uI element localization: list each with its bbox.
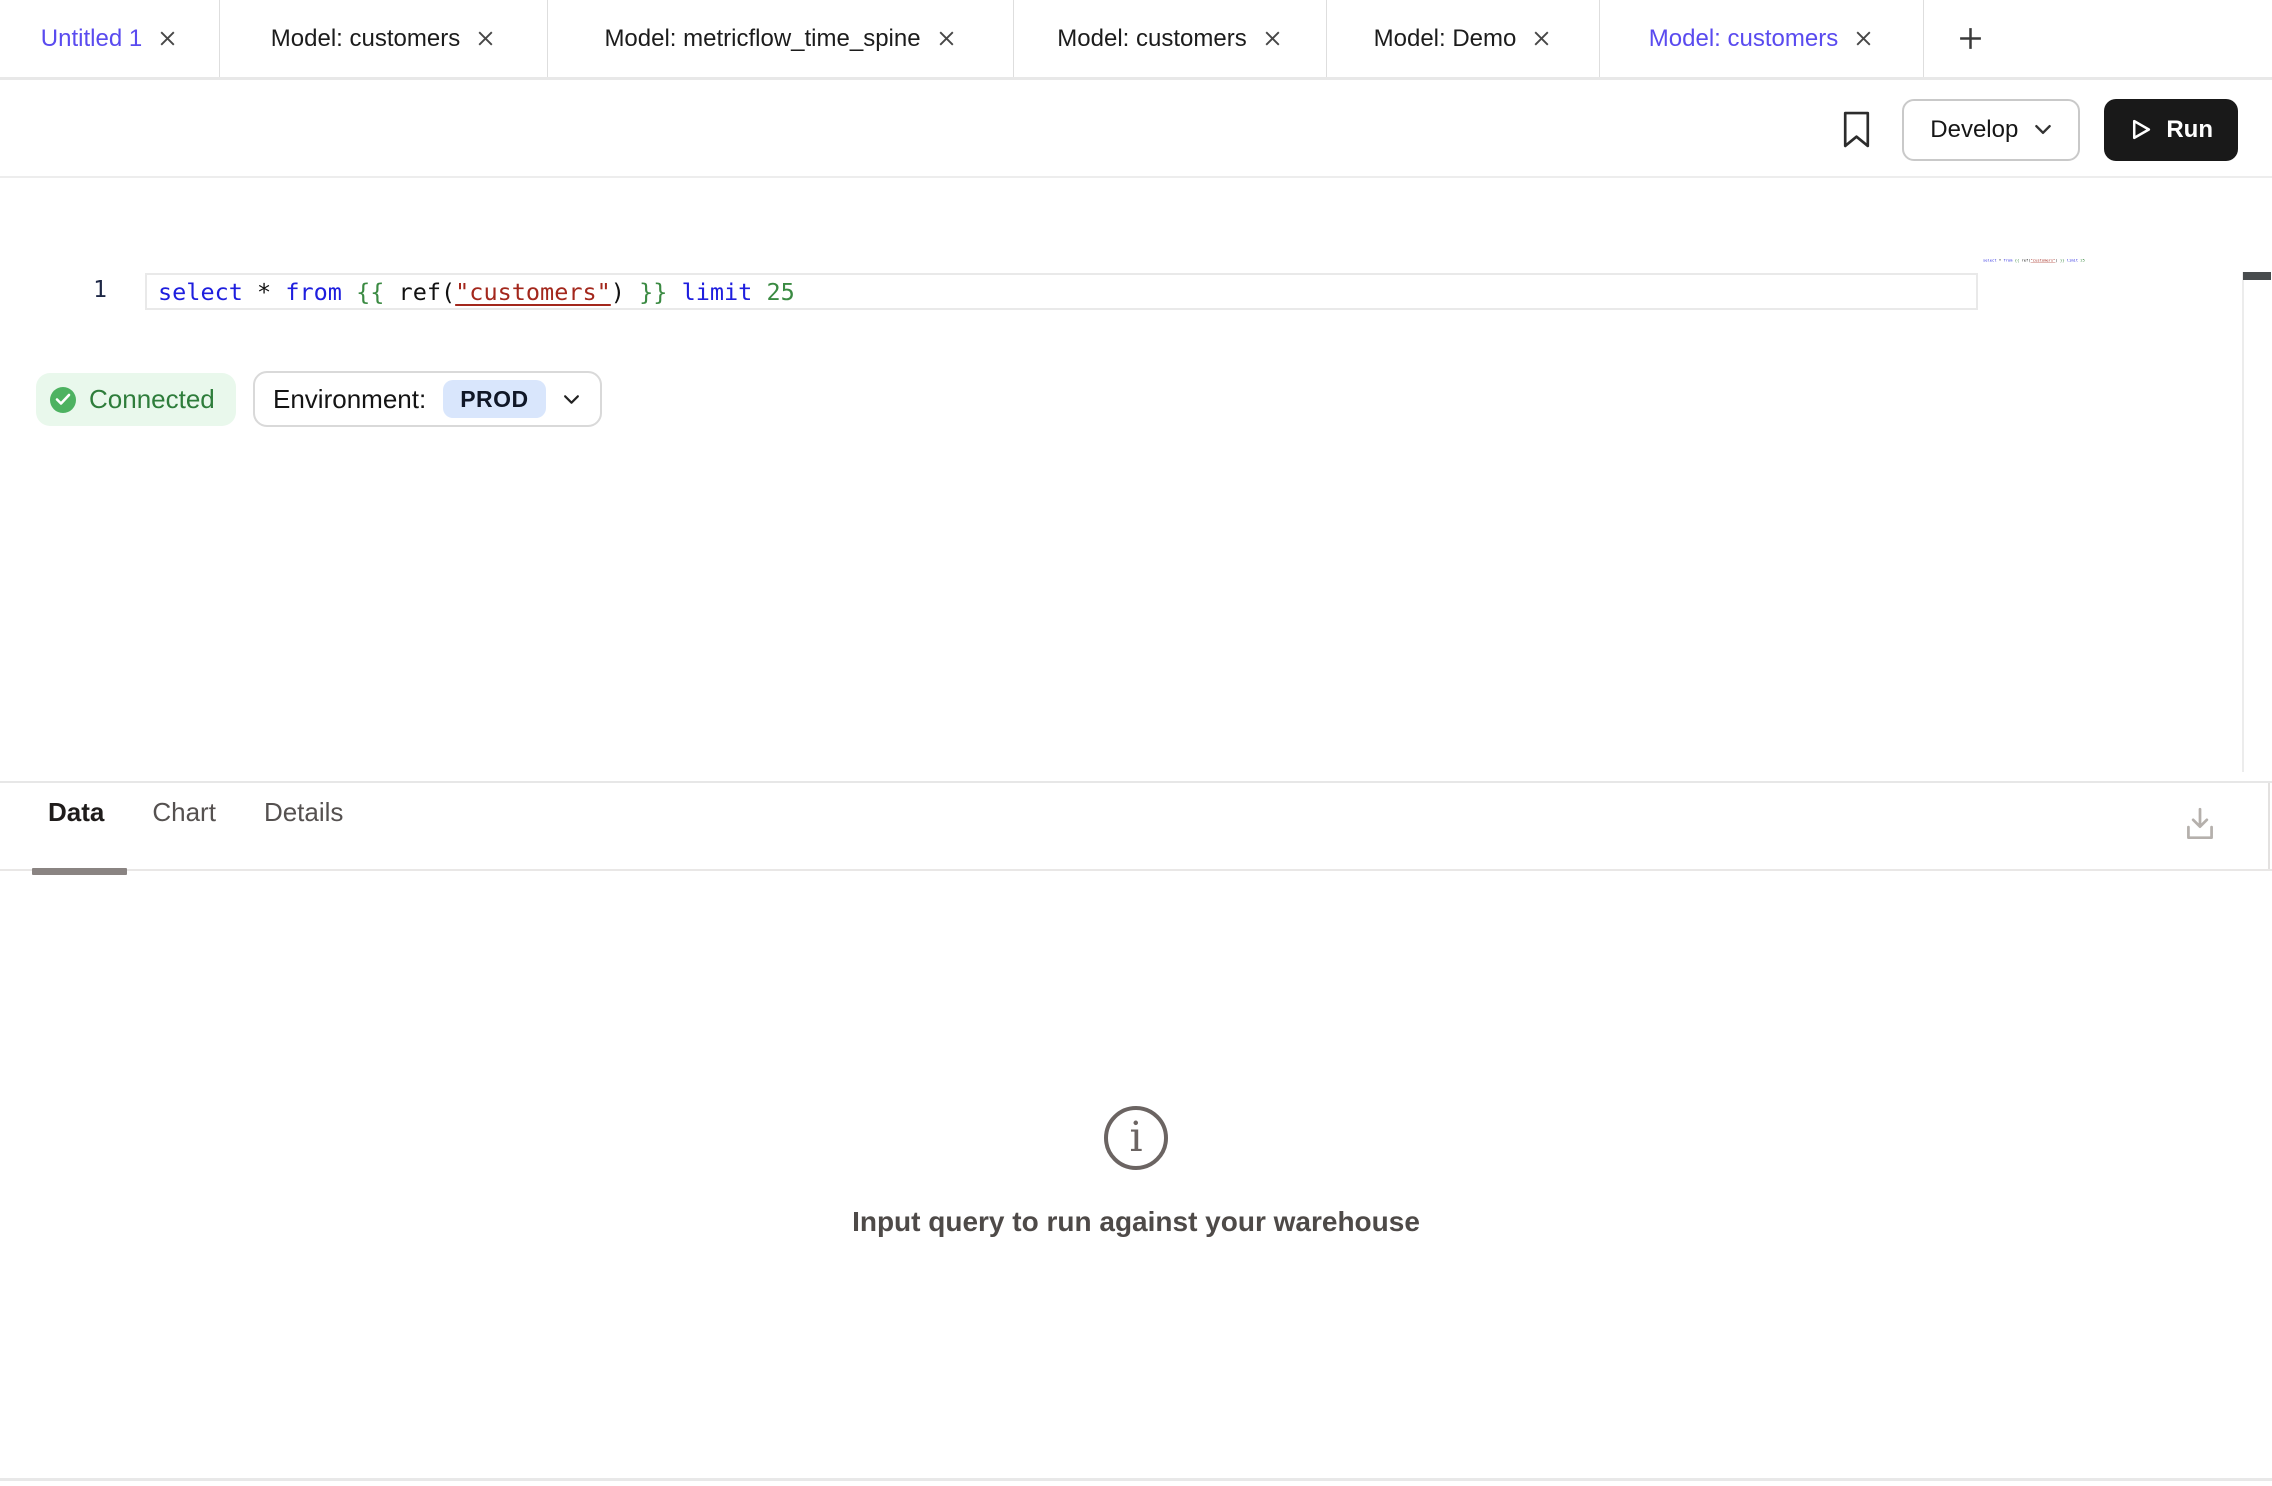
editor-tabs-list: Untitled 1 Model: customers Model: metri… [0,0,1924,77]
editor-tab-label: Untitled 1 [41,25,142,53]
develop-dropdown-button[interactable]: Develop [1902,99,2080,161]
editor-tab[interactable]: Model: Demo [1327,0,1600,77]
chevron-down-icon [2034,124,2052,135]
editor-tab[interactable]: Model: customers [1600,0,1924,77]
window-bottom-divider [0,1478,2272,1481]
chevron-down-icon [563,394,580,405]
editor-tab-label: Model: Demo [1374,25,1517,53]
results-scrollbar-track [2268,783,2270,869]
editor-tabbar: Untitled 1 Model: customers Model: metri… [0,0,2272,80]
download-results-button[interactable] [2181,804,2219,844]
minimap-code-line: select * from {{ ref("customers") }} lim… [1983,258,2085,262]
run-button[interactable]: Run [2104,99,2238,161]
plus-icon [1957,25,1984,52]
bookmark-button[interactable] [1841,110,1872,149]
editor-tab-label: Model: customers [271,25,460,53]
results-tab[interactable]: Data [48,797,104,828]
active-results-tab-underline [32,868,127,875]
editor-line-number: 1 [84,277,116,303]
environment-value-badge: PROD [443,380,545,418]
sql-code-line[interactable]: select * from {{ ref("customers") }} lim… [158,277,795,307]
develop-label: Develop [1930,116,2018,144]
connection-status-label: Connected [89,384,215,415]
empty-results-message: Input query to run against your warehous… [0,1206,2272,1238]
close-icon[interactable] [157,28,178,49]
environment-label: Environment: [273,384,426,415]
check-circle-icon [50,387,76,413]
new-tab-button[interactable] [1924,0,2016,77]
results-panel-divider [0,781,2272,783]
environment-selector[interactable]: Environment: PROD [253,371,602,427]
play-icon [2129,118,2152,141]
editor-scrollbar-thumb[interactable] [2243,272,2271,280]
results-tab[interactable]: Chart [152,797,216,828]
editor-tab[interactable]: Model: customers [1014,0,1327,77]
sql-editor-region: Connected Environment: PROD 1 select * f… [0,178,2272,781]
run-label: Run [2166,116,2213,144]
info-icon: i [1104,1106,1168,1170]
editor-tab[interactable]: Model: metricflow_time_spine [548,0,1014,77]
download-icon [2181,804,2219,844]
close-icon[interactable] [1853,28,1874,49]
results-tabbar: Data Chart Details [48,797,343,828]
editor-scrollbar-track [2242,272,2244,772]
close-icon[interactable] [475,28,496,49]
connection-status-badge: Connected [36,373,236,426]
results-tab[interactable]: Details [264,797,343,828]
close-icon[interactable] [1531,28,1552,49]
editor-tab-label: Model: metricflow_time_spine [604,25,920,53]
results-tabbar-border [0,869,2272,871]
editor-tab-label: Model: customers [1057,25,1246,53]
editor-tab[interactable]: Model: customers [220,0,548,77]
bookmark-icon [1841,110,1872,149]
editor-minimap[interactable]: select * from {{ ref("customers") }} lim… [1983,258,2095,274]
close-icon[interactable] [1262,28,1283,49]
close-icon[interactable] [936,28,957,49]
editor-tab[interactable]: Untitled 1 [0,0,220,77]
editor-tab-label: Model: customers [1649,25,1838,53]
header-toolbar: Develop Run [0,83,2272,178]
dbt-ide-window: Untitled 1 Model: customers Model: metri… [0,0,2272,1486]
